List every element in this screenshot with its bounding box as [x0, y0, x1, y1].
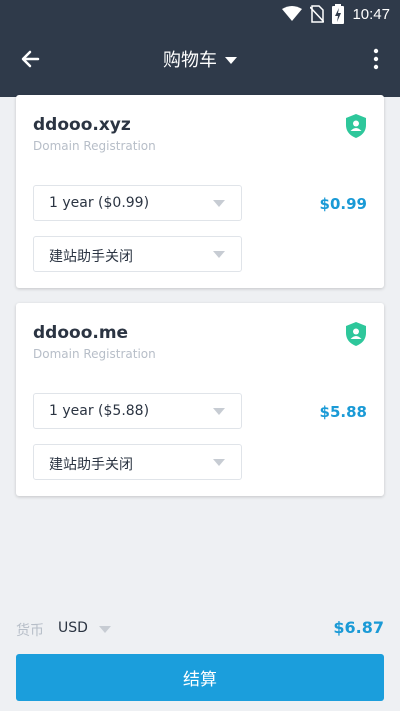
checkout-button[interactable]: 结算 — [16, 654, 384, 701]
app-bar: 10:47 购物车 — [0, 0, 400, 97]
currency-total-row: 货币 USD $6.87 — [16, 617, 384, 641]
status-bar: 10:47 — [0, 0, 400, 28]
currency-value: USD — [58, 620, 88, 636]
item-price: $5.88 — [319, 403, 367, 421]
status-time: 10:47 — [352, 5, 390, 23]
item-price: $0.99 — [319, 195, 367, 213]
privacy-shield-icon — [346, 322, 366, 346]
cart-total: $6.87 — [333, 618, 384, 637]
term-select-value: 1 year ($0.99) — [49, 195, 150, 211]
domain-name: ddooo.me — [33, 323, 129, 343]
term-select[interactable]: 1 year ($0.99) — [33, 185, 242, 221]
site-builder-select[interactable]: 建站助手关闭 — [33, 236, 242, 272]
battery-charging-icon — [332, 4, 345, 24]
chevron-down-icon — [213, 459, 225, 466]
chevron-down-icon — [213, 200, 225, 207]
no-sim-icon — [310, 5, 325, 23]
chevron-down-icon — [213, 408, 225, 415]
domain-type: Domain Registration — [33, 139, 156, 153]
privacy-shield-icon — [346, 114, 366, 138]
more-vertical-icon[interactable] — [366, 46, 386, 72]
cart-item-card: ddooo.xyz Domain Registration 1 year ($0… — [16, 95, 384, 288]
chevron-down-icon — [213, 251, 225, 258]
domain-name: ddooo.xyz — [33, 115, 131, 135]
currency-label: 货币 — [16, 623, 44, 639]
wifi-icon — [282, 6, 303, 21]
domain-type: Domain Registration — [33, 347, 156, 361]
term-select[interactable]: 1 year ($5.88) — [33, 393, 242, 429]
toolbar: 购物车 — [0, 28, 400, 88]
currency-select[interactable]: USD — [58, 617, 128, 641]
cart-item-card: ddooo.me Domain Registration 1 year ($5.… — [16, 303, 384, 496]
title-dropdown[interactable]: 购物车 — [0, 46, 400, 72]
term-select-value: 1 year ($5.88) — [49, 403, 150, 419]
chevron-down-icon — [99, 626, 111, 633]
page-title: 购物车 — [163, 50, 217, 71]
chevron-down-icon — [225, 56, 237, 64]
site-builder-select-value: 建站助手关闭 — [49, 249, 133, 265]
site-builder-select-value: 建站助手关闭 — [49, 457, 133, 473]
site-builder-select[interactable]: 建站助手关闭 — [33, 444, 242, 480]
